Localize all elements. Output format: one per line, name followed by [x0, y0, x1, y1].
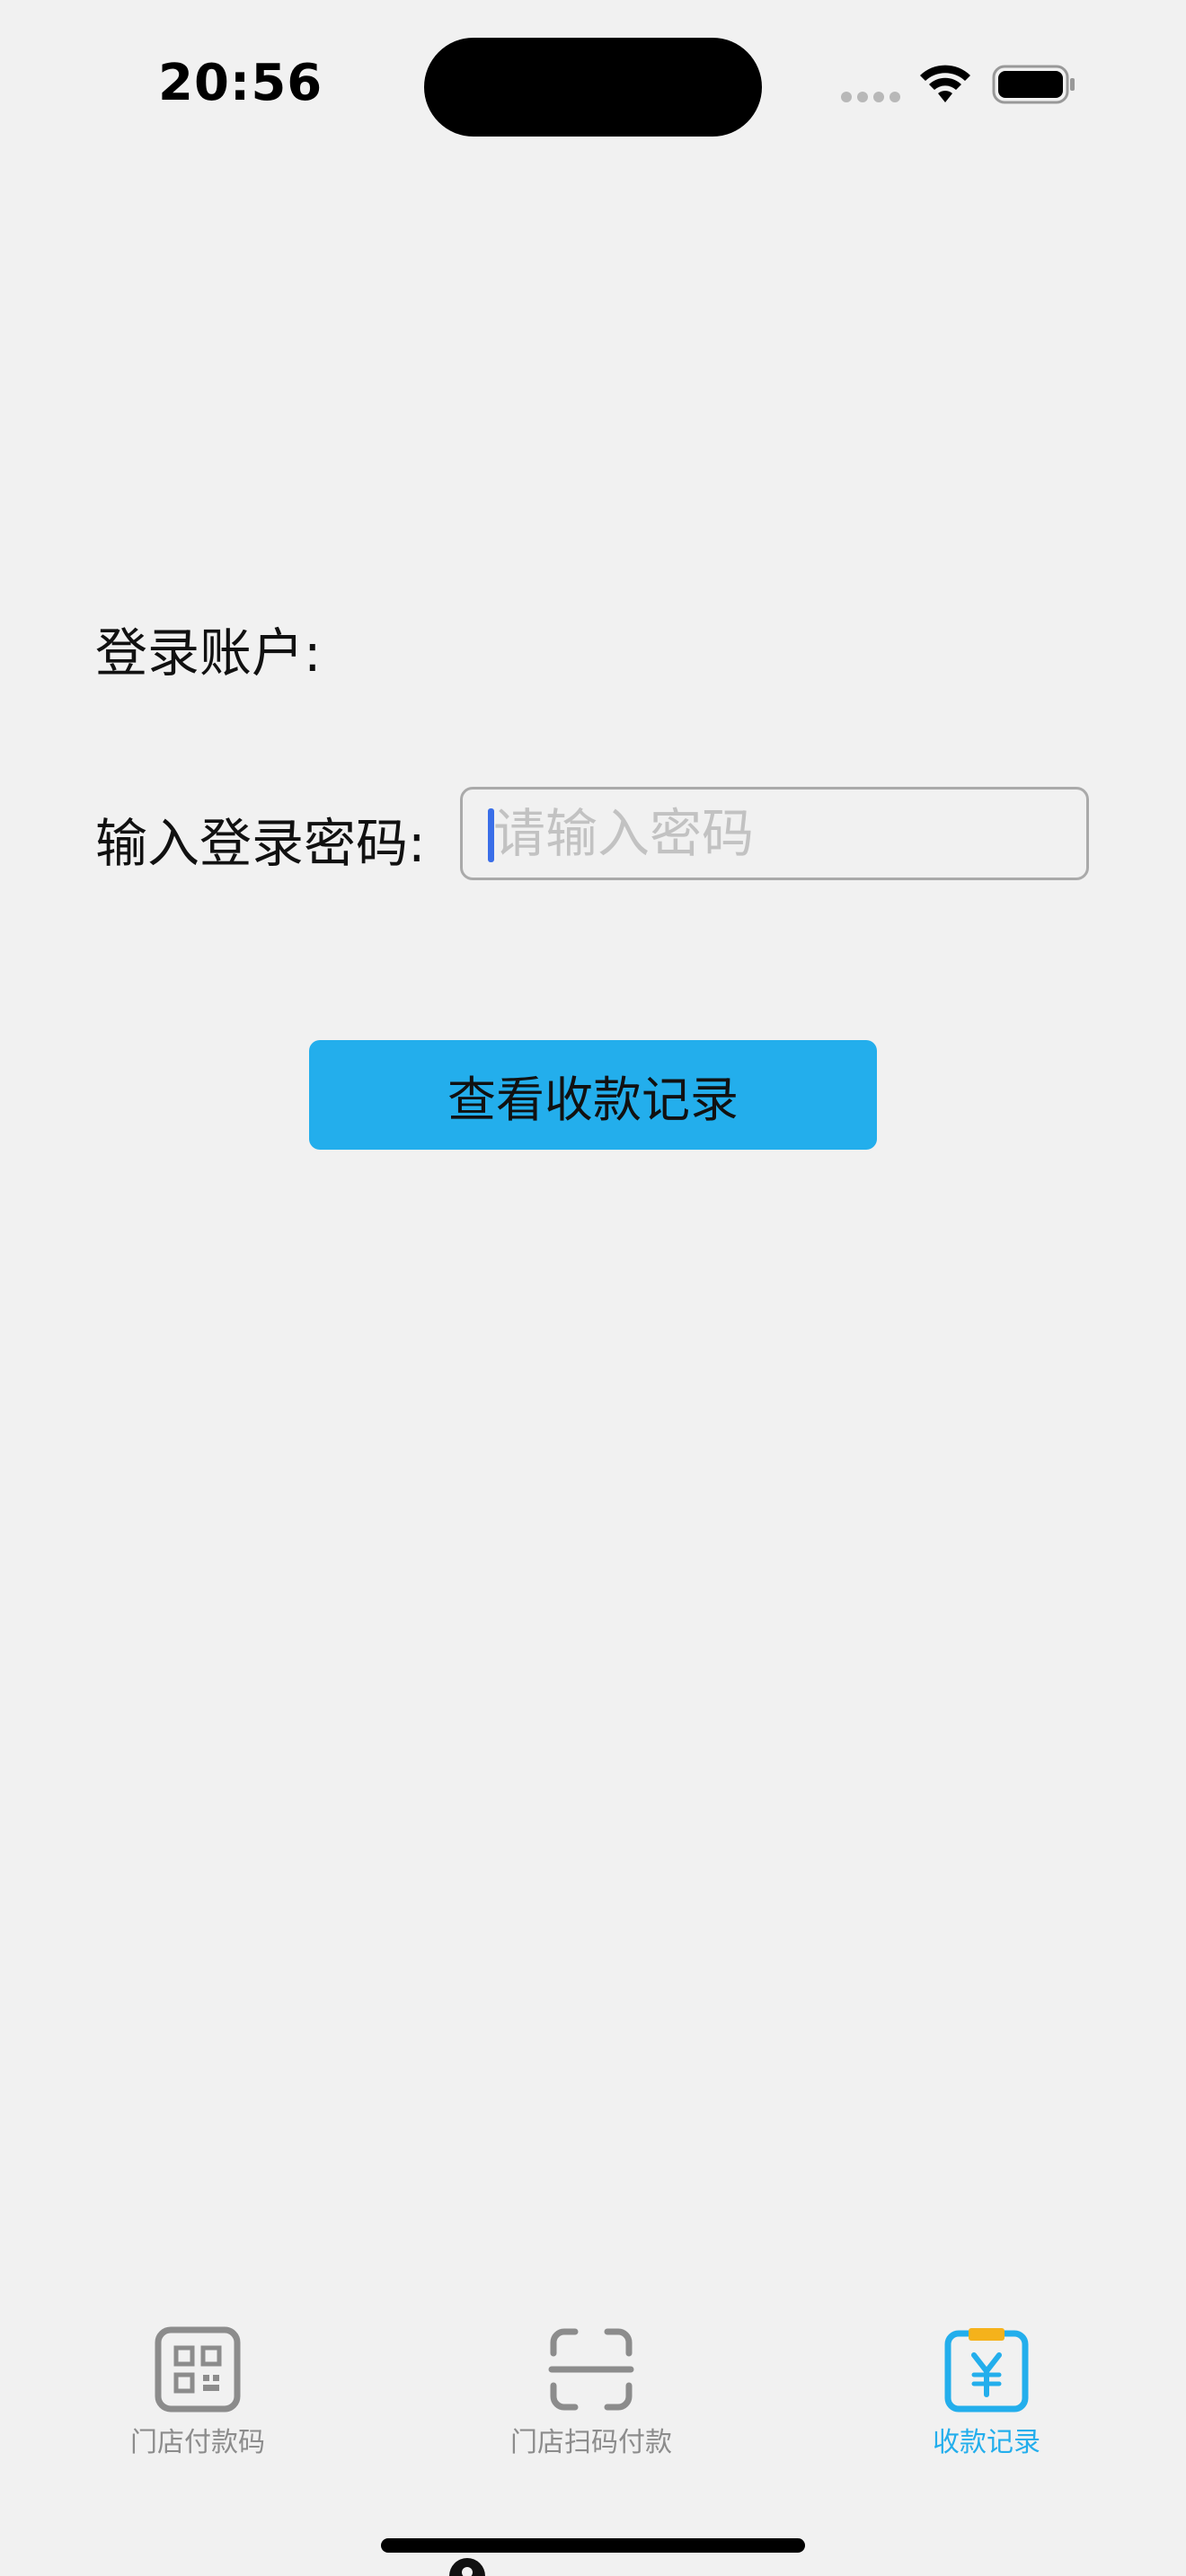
tab-label: 收款记录: [933, 2427, 1040, 2458]
cellular-signal-icon: [841, 92, 902, 102]
tab-store-scan-payment[interactable]: 门店扫码付款: [438, 2326, 744, 2479]
scan-icon: [548, 2328, 634, 2411]
microphone-indicator-icon: [449, 2558, 485, 2576]
screen: 20:56 登录账户: 输入登录密码: 查看收款记录 门店付款码 门店扫码付款 …: [0, 0, 1186, 2576]
receipt-yen-icon: [944, 2328, 1029, 2413]
password-label: 输入登录密码:: [95, 813, 426, 874]
tab-store-payment-code[interactable]: 门店付款码: [45, 2326, 350, 2479]
text-caret: [488, 808, 494, 862]
home-indicator[interactable]: [381, 2538, 805, 2553]
dynamic-island: [424, 38, 762, 137]
tab-label: 门店付款码: [130, 2427, 265, 2458]
tab-bar: 门店付款码 门店扫码付款 收款记录: [0, 2326, 1186, 2488]
view-records-button[interactable]: 查看收款记录: [309, 1040, 877, 1150]
battery-icon: [992, 65, 1075, 104]
account-label: 登录账户:: [95, 622, 322, 684]
qr-code-icon: [155, 2326, 241, 2413]
wifi-icon: [920, 65, 970, 102]
tab-payment-records[interactable]: 收款记录: [834, 2326, 1139, 2479]
status-time: 20:56: [158, 54, 323, 112]
password-input[interactable]: [460, 787, 1089, 880]
tab-label: 门店扫码付款: [510, 2427, 672, 2458]
